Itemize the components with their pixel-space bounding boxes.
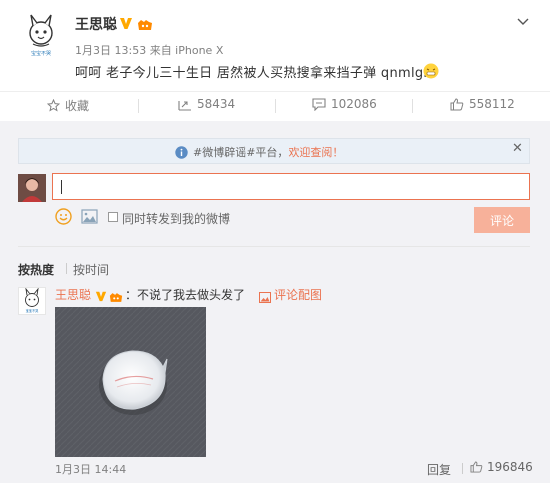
comment-text: ：不说了我去做头发了	[125, 288, 246, 302]
post-author-name[interactable]: 王思聪	[75, 14, 117, 34]
divider	[18, 246, 530, 247]
favorite-button[interactable]: 收藏	[47, 97, 89, 114]
repost-checkbox[interactable]	[108, 212, 118, 222]
comment-photo[interactable]	[55, 307, 206, 457]
comment-icon	[312, 97, 326, 111]
action-divider	[275, 99, 276, 113]
action-divider	[138, 99, 139, 113]
repost-checkbox-label[interactable]: 同时转发到我的微博	[122, 210, 230, 227]
chevron-down-icon[interactable]	[516, 14, 530, 28]
comment-action-divider	[462, 463, 463, 474]
star-icon	[47, 99, 60, 112]
verified-v-icon	[119, 15, 133, 29]
smile-icon[interactable]	[55, 208, 72, 225]
post-meta: 1月3日 13:53 来自 iPhone X	[75, 44, 224, 57]
sort-by-hot-tab[interactable]: 按热度	[18, 261, 54, 278]
repost-count: 58434	[197, 97, 236, 111]
current-user-avatar[interactable]	[18, 174, 46, 202]
sort-divider	[66, 263, 67, 274]
repost-icon	[178, 100, 191, 111]
text-caret	[61, 180, 62, 194]
comment-button[interactable]: 102086	[312, 97, 377, 111]
thumb-up-icon	[470, 461, 483, 473]
comment-like-button[interactable]: 196846	[470, 460, 533, 474]
comment-like-count: 196846	[487, 460, 533, 474]
notice-prefix: #微博辟谣#平台，	[193, 146, 289, 159]
submit-comment-button[interactable]: 评论	[474, 207, 530, 233]
author-avatar[interactable]: 宝宝不哭	[18, 12, 64, 58]
comment-count: 102086	[331, 97, 377, 111]
post-text: 呵呵 老子今儿三十生日 居然被人买热搜拿来挡子弹 qnmlgb	[75, 66, 432, 81]
notice-text[interactable]: #微博辟谣#平台，欢迎查阅！	[193, 144, 343, 160]
repost-button[interactable]: 58434	[178, 97, 235, 111]
reply-button[interactable]: 回复	[427, 461, 451, 478]
grin-emoji-icon	[423, 63, 439, 79]
picture-link-icon[interactable]	[259, 288, 271, 303]
favorite-label: 收藏	[65, 99, 90, 113]
member-level-icon[interactable]	[109, 288, 123, 302]
commenter-avatar[interactable]: 宝宝不哭	[18, 287, 46, 315]
comment-timestamp: 1月3日 14:44	[55, 463, 127, 476]
comment-input[interactable]	[52, 173, 530, 200]
thumb-up-icon	[450, 97, 464, 110]
image-icon[interactable]	[81, 209, 98, 224]
like-button[interactable]: 558112	[450, 97, 515, 111]
action-divider	[412, 99, 413, 113]
comment-picture-link[interactable]: 评论配图	[274, 286, 322, 303]
close-icon[interactable]: ✕	[512, 141, 523, 156]
verified-v-icon	[95, 287, 107, 302]
like-count: 558112	[469, 97, 515, 111]
info-icon	[175, 144, 188, 159]
avatar-caption: 宝宝不哭	[31, 50, 51, 57]
commenter-name[interactable]: 王思聪	[55, 286, 91, 303]
notice-link[interactable]: 欢迎查阅！	[288, 146, 343, 159]
commenter-avatar-caption: 宝宝不哭	[26, 308, 40, 313]
member-level-icon[interactable]	[137, 16, 153, 30]
sort-by-time-tab[interactable]: 按时间	[73, 261, 109, 278]
